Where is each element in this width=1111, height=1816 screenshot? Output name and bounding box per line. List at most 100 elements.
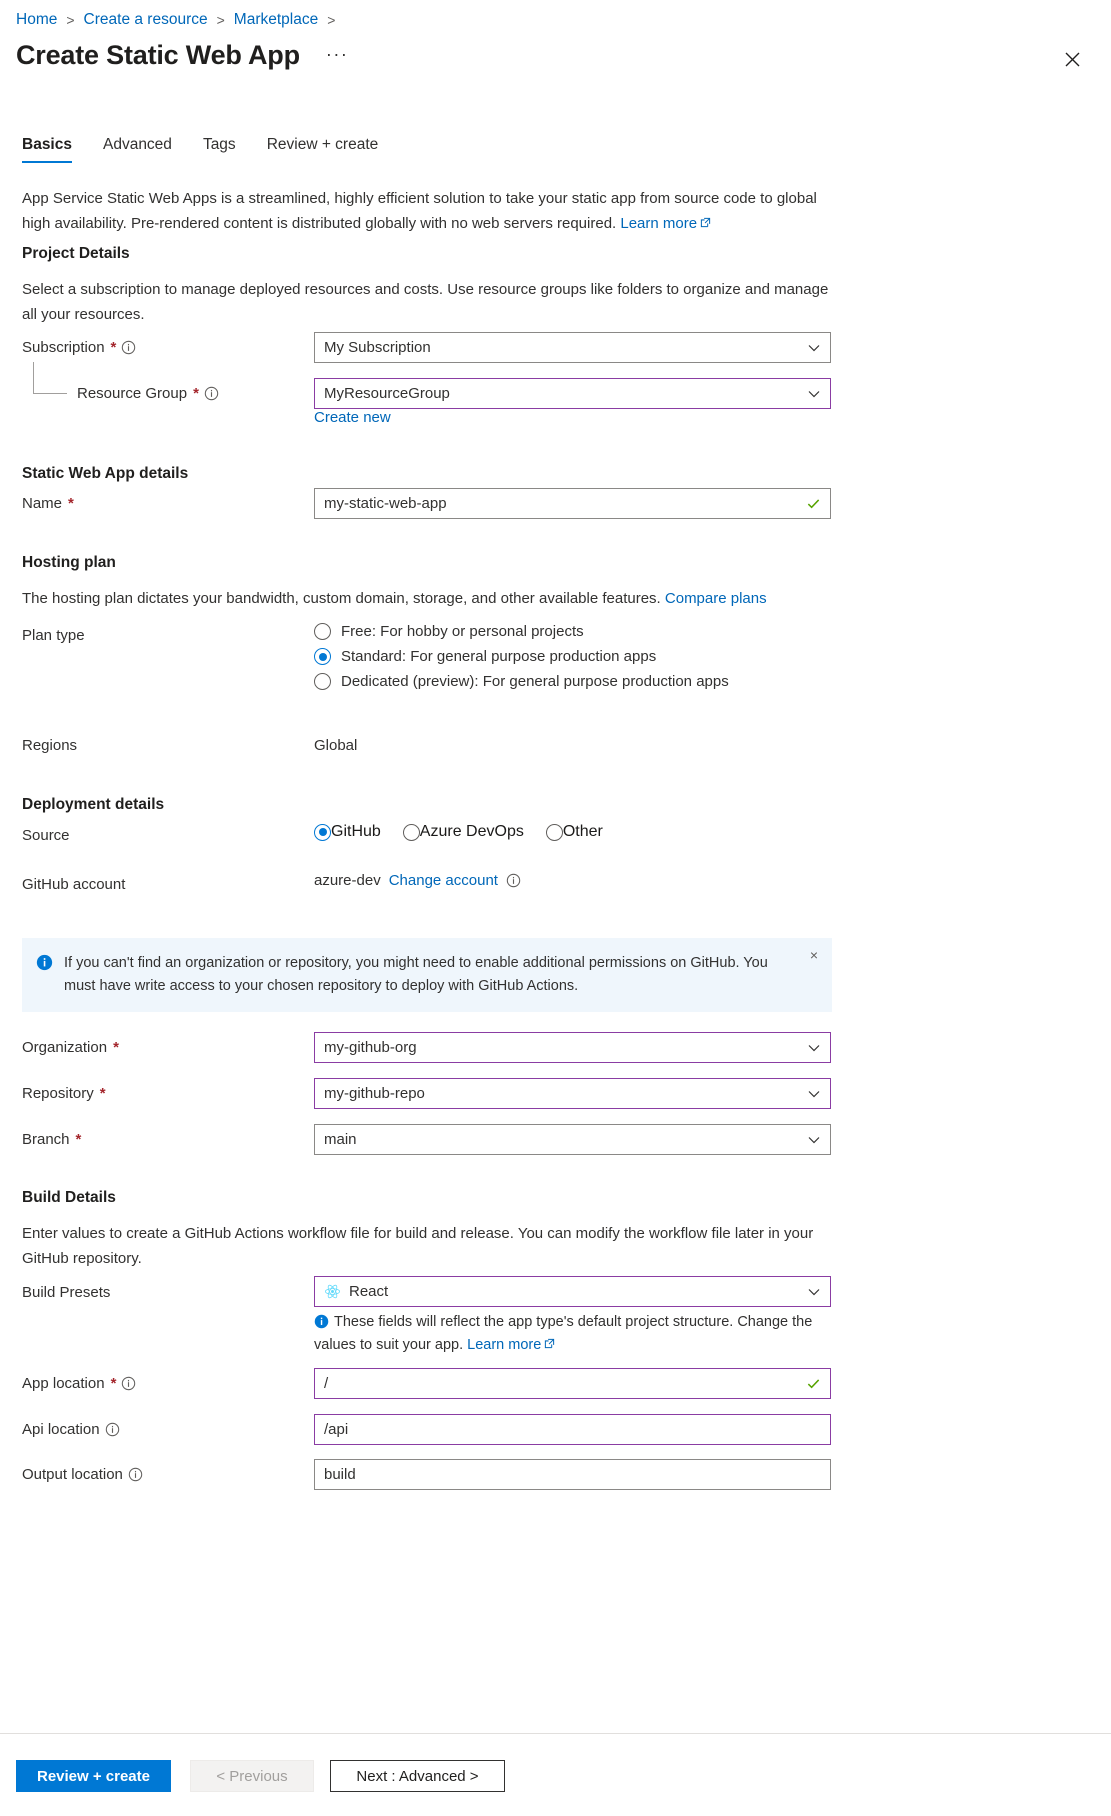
organization-dropdown[interactable]: my-github-org [314,1032,831,1063]
source-radio-group: GitHub Azure DevOps Other [314,823,625,841]
valid-check-icon [806,496,821,511]
react-icon [324,1283,341,1300]
radio-selected-icon[interactable] [314,824,331,841]
chevron-down-icon [807,1041,821,1055]
more-options-button[interactable]: ··· [320,44,354,64]
hosting-plan-description: The hosting plan dictates your bandwidth… [22,586,834,611]
build-presets-note-text: These fields will reflect the app type's… [314,1314,812,1353]
source-option-github[interactable]: GitHub [314,823,381,841]
learn-more-link[interactable]: Learn more [620,215,711,232]
api-location-value: /api [324,1421,821,1438]
build-presets-value: React [349,1283,801,1300]
repository-dropdown[interactable]: my-github-repo [314,1078,831,1109]
output-location-label: Output location [22,1466,143,1483]
compare-plans-link[interactable]: Compare plans [665,590,767,607]
source-option-label: Azure DevOps [420,823,524,841]
info-icon[interactable] [204,386,219,401]
footer-action-bar: Review + create < Previous Next : Advanc… [0,1733,1111,1816]
create-new-resource-group-link[interactable]: Create new [314,409,391,426]
radio-unselected-icon[interactable] [546,824,563,841]
radio-unselected-icon[interactable] [403,824,420,841]
hosting-plan-heading: Hosting plan [22,554,116,572]
plan-type-label: Plan type [22,627,85,644]
blade-description: App Service Static Web Apps is a streaml… [22,186,837,236]
plan-type-option-standard[interactable]: Standard: For general purpose production… [314,648,729,665]
info-icon[interactable] [128,1467,143,1482]
banner-text: If you can't find an organization or rep… [64,952,816,998]
organization-value: my-github-org [324,1039,801,1056]
subscription-value: My Subscription [324,339,801,356]
title-row: Create Static Web App ··· [16,40,354,71]
output-location-input[interactable]: build [314,1459,831,1490]
name-input[interactable]: my-static-web-app [314,488,831,519]
breadcrumb-item-home[interactable]: Home [16,10,57,30]
tab-list: Basics Advanced Tags Review + create [22,136,409,163]
plan-type-option-dedicated[interactable]: Dedicated (preview): For general purpose… [314,673,729,690]
plan-type-option-free[interactable]: Free: For hobby or personal projects [314,623,729,640]
app-location-input[interactable]: / [314,1368,831,1399]
preset-learn-more-link[interactable]: Learn more [467,1337,555,1353]
plan-type-radio-group: Free: For hobby or personal projects Sta… [314,623,729,698]
name-label: Name * [22,495,74,512]
build-presets-label: Build Presets [22,1284,110,1301]
branch-value: main [324,1131,801,1148]
breadcrumb-separator-icon: > [217,10,225,30]
branch-label: Branch * [22,1131,81,1148]
build-details-heading: Build Details [22,1189,116,1207]
chevron-down-icon [807,387,821,401]
resource-group-dropdown[interactable]: MyResourceGroup [314,378,831,409]
output-location-value: build [324,1466,821,1483]
previous-button[interactable]: < Previous [190,1760,314,1792]
tab-basics[interactable]: Basics [22,136,72,163]
chevron-down-icon [807,1133,821,1147]
app-location-value: / [324,1375,800,1392]
subscription-label: Subscription * [22,339,136,356]
organization-label: Organization * [22,1039,119,1056]
plan-type-option-label: Standard: For general purpose production… [341,648,656,665]
close-icon [1065,52,1080,67]
change-account-link[interactable]: Change account [389,872,498,889]
project-details-heading: Project Details [22,245,130,263]
source-option-label: GitHub [331,823,381,841]
tab-tags[interactable]: Tags [203,136,236,163]
breadcrumb-separator-icon: > [66,10,74,30]
info-icon[interactable] [121,1376,136,1391]
resource-group-value: MyResourceGroup [324,385,801,402]
create-static-web-app-blade: Home > Create a resource > Marketplace >… [0,0,1111,1816]
deployment-details-heading: Deployment details [22,796,164,814]
close-button[interactable] [1055,42,1089,76]
radio-unselected-icon[interactable] [314,673,331,690]
api-location-input[interactable]: /api [314,1414,831,1445]
banner-close-button[interactable]: × [807,947,821,963]
source-option-label: Other [563,823,603,841]
info-icon[interactable] [506,873,521,888]
build-presets-dropdown[interactable]: React [314,1276,831,1307]
info-icon [314,1314,329,1329]
tab-review-create[interactable]: Review + create [267,136,379,163]
info-icon[interactable] [105,1422,120,1437]
breadcrumb-item-create-a-resource[interactable]: Create a resource [84,10,208,30]
name-value: my-static-web-app [324,495,800,512]
regions-value: Global [314,737,357,754]
repository-value: my-github-repo [324,1085,801,1102]
breadcrumb-item-marketplace[interactable]: Marketplace [234,10,318,30]
radio-selected-icon[interactable] [314,648,331,665]
branch-dropdown[interactable]: main [314,1124,831,1155]
subscription-dropdown[interactable]: My Subscription [314,332,831,363]
source-option-azure-devops[interactable]: Azure DevOps [403,823,524,841]
valid-check-icon [806,1376,821,1391]
github-account-row: azure-dev Change account [314,872,521,889]
resource-group-tree-connector [33,362,67,394]
external-link-icon [700,217,711,228]
breadcrumb: Home > Create a resource > Marketplace > [16,10,344,30]
static-web-app-details-heading: Static Web App details [22,465,188,483]
info-icon[interactable] [121,340,136,355]
github-permissions-banner: If you can't find an organization or rep… [22,938,832,1012]
next-advanced-button[interactable]: Next : Advanced > [330,1760,505,1792]
build-details-description: Enter values to create a GitHub Actions … [22,1221,828,1271]
review-create-button[interactable]: Review + create [16,1760,171,1792]
tab-advanced[interactable]: Advanced [103,136,172,163]
source-option-other[interactable]: Other [546,823,603,841]
radio-unselected-icon[interactable] [314,623,331,640]
breadcrumb-separator-icon: > [327,10,335,30]
